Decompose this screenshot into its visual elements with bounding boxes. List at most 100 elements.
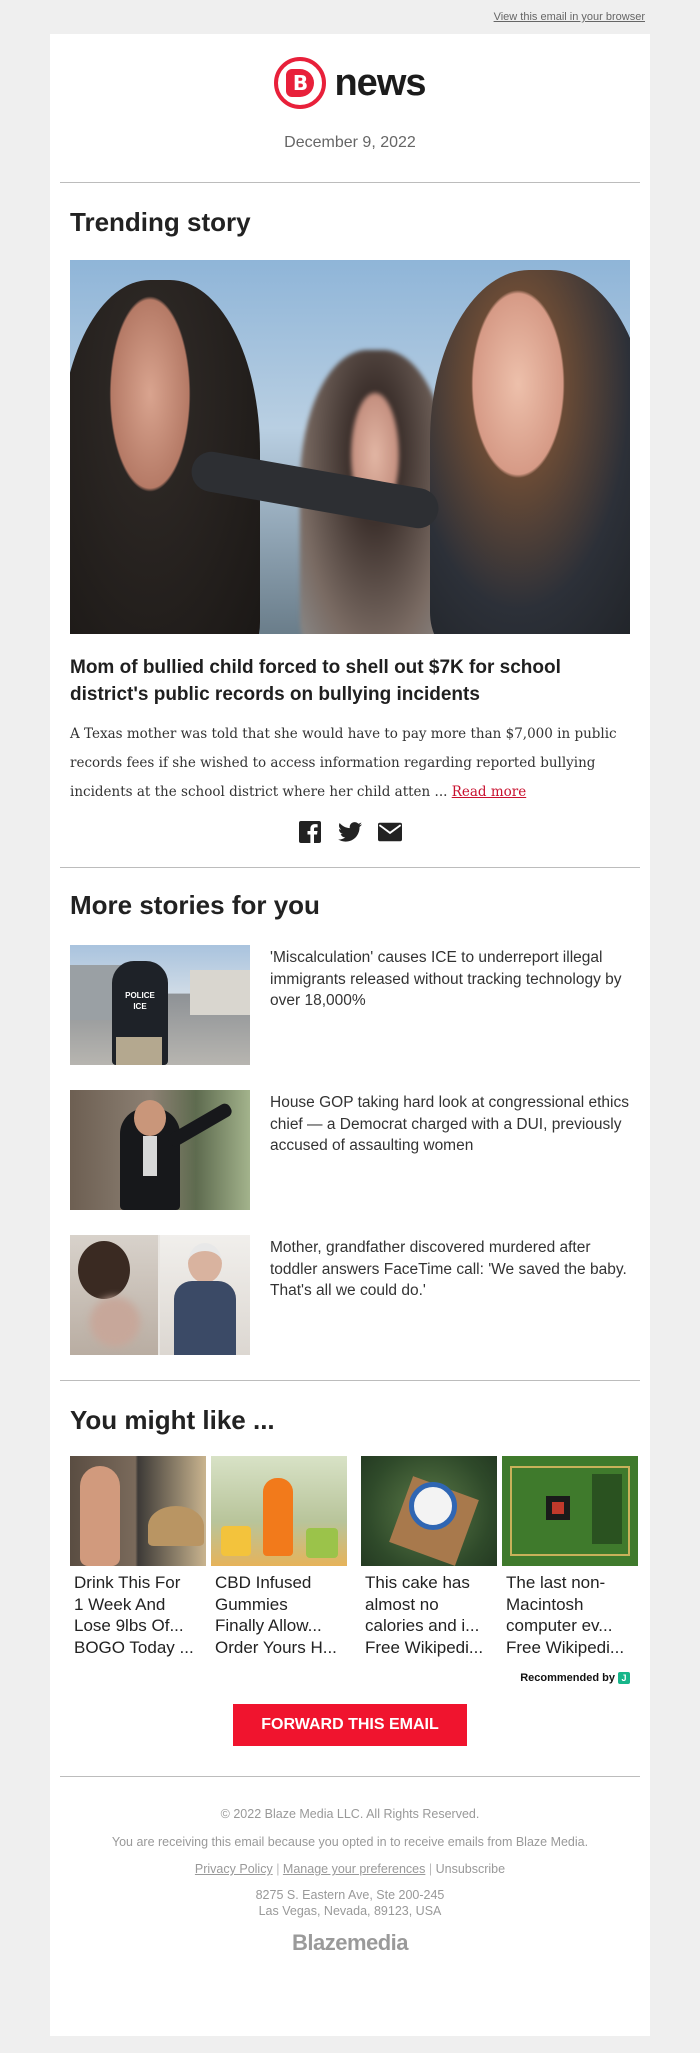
rec-line: Lose 9lbs Of... [74,1616,184,1635]
recommendation-text[interactable]: The last non- Macintosh computer ev... F… [502,1566,638,1658]
story-title[interactable]: 'Miscalculation' causes ICE to underrepo… [270,945,630,1065]
recommendation-image[interactable] [361,1456,497,1566]
rec-line: Drink This For [74,1573,181,1592]
rec-line: Order Yours H... [215,1637,337,1657]
rec-chip-red [552,1502,564,1514]
rec-line: almost no [365,1594,439,1614]
thumb-building-right [190,970,250,1015]
link-separator: | [428,1862,433,1877]
thumb-baby-blur [90,1297,140,1347]
recommended-by-label: Recommended by [520,1672,615,1684]
hero-figure-right [430,270,630,634]
story-title[interactable]: Mother, grandfather discovered murdered … [270,1235,630,1355]
thumb-grandfather-face [188,1243,222,1283]
blaze-media-logo[interactable]: Blazemedia [50,1930,650,1956]
copyright-text: © 2022 Blaze Media LLC. All Rights Reser… [220,1807,480,1822]
trending-excerpt: A Texas mother was told that she would h… [70,726,617,800]
story-item[interactable]: Mother, grandfather discovered murdered … [70,1235,630,1355]
email-icon[interactable] [378,821,402,843]
thumb-police-label: POLICE ICE [125,991,155,1011]
trending-body: A Texas mother was told that she would h… [70,720,630,807]
optin-text: You are receiving this email because you… [111,1835,589,1850]
recommendation-image[interactable] [211,1456,347,1566]
facebook-icon[interactable] [298,821,322,843]
rec-gummy [221,1526,251,1556]
trending-hero-image[interactable] [70,260,630,634]
rec-line: 1 Week And [74,1594,166,1614]
privacy-policy-link[interactable]: Privacy Policy [195,1862,273,1876]
you-might-like-heading: You might like ... [70,1405,275,1435]
twitter-icon[interactable] [338,821,362,843]
rec-line: Free Wikipedi... [506,1637,625,1657]
divider [60,1776,640,1778]
rec-line: Finally Allow... [215,1616,322,1635]
thumb-man-face [134,1100,166,1136]
recommendation-text[interactable]: CBD Infused Gummies Finally Allow... Ord… [211,1566,347,1658]
rec-line: Macintosh [506,1594,584,1614]
rec-gummy [306,1528,338,1558]
blaze-logo-icon: B [274,57,327,109]
story-title[interactable]: House GOP taking hard look at congressio… [270,1090,630,1210]
thumb-grandfather-body [174,1281,236,1355]
read-more-link[interactable]: Read more [452,784,527,800]
unsubscribe-link[interactable]: Unsubscribe [436,1862,505,1876]
rec-figure [80,1466,120,1566]
rec-powder [148,1506,204,1546]
trending-section: Trending story Mom of bullied child forc… [50,207,650,843]
address-line-1: 8275 S. Eastern Ave, Ste 200-245 [255,1888,445,1903]
more-stories-heading: More stories for you [70,890,320,920]
recommendation-item[interactable]: Drink This For 1 Week And Lose 9lbs Of..… [70,1456,206,1658]
thumb-officer-pants [116,1037,162,1065]
forward-email-button[interactable]: FORWARD THIS EMAIL [233,1704,467,1747]
recommendation-text[interactable]: Drink This For 1 Week And Lose 9lbs Of..… [70,1566,206,1658]
logo-wordmark: news [334,61,426,104]
divider [60,867,640,868]
rec-line: Gummies [215,1594,288,1614]
recommended-by[interactable]: Recommended by J [70,1672,630,1685]
thumb-man-shirt [143,1136,157,1176]
recommendation-text[interactable]: This cake has almost no calories and i..… [361,1566,497,1658]
issue-date: December 9, 2022 [284,134,416,151]
rec-plate [409,1482,457,1530]
recommendation-item[interactable]: This cake has almost no calories and i..… [361,1456,497,1658]
rec-line: This cake has [365,1573,470,1592]
trending-heading: Trending story [70,207,251,237]
recommendation-item[interactable]: CBD Infused Gummies Finally Allow... Ord… [211,1456,347,1658]
email-card: B news December 9, 2022 Trending story M… [50,34,650,2036]
recommendation-image[interactable] [502,1456,638,1566]
topbar: View this email in your browser [0,0,700,34]
divider [60,1380,640,1381]
recommendation-item[interactable]: The last non- Macintosh computer ev... F… [502,1456,638,1658]
thumb-woman [78,1241,130,1299]
rec-slot [592,1474,622,1544]
news-logo[interactable]: B news [274,54,427,112]
you-might-like-section: You might like ... Drink This For 1 Week… [50,1405,650,1685]
story-thumbnail[interactable] [70,1235,250,1355]
divider [60,182,640,183]
view-in-browser-link[interactable]: View this email in your browser [494,11,645,23]
address-line-2: Las Vegas, Nevada, 89123, USA [258,1904,442,1919]
rec-line: BOGO Today ... [74,1637,194,1657]
manage-preferences-link[interactable]: Manage your preferences [283,1862,425,1876]
recommendation-image[interactable] [70,1456,206,1566]
recommender-logo-icon: J [618,1672,630,1685]
rec-line: Free Wikipedi... [365,1637,484,1657]
story-thumbnail[interactable]: POLICE ICE [70,945,250,1065]
rec-line: The last non- [506,1573,606,1592]
story-item[interactable]: POLICE ICE 'Miscalculation' causes ICE t… [70,945,630,1065]
rec-line: computer ev... [506,1616,613,1635]
story-thumbnail[interactable] [70,1090,250,1210]
rec-line: calories and i... [365,1616,480,1635]
logo-glyph: B [286,69,315,97]
email-header: B news December 9, 2022 [50,34,650,152]
rec-line: CBD Infused [215,1573,312,1592]
more-stories-section: More stories for you POLICE ICE 'Miscalc… [50,890,650,1355]
footer-links: Privacy Policy | Manage your preferences… [50,1862,650,1876]
story-item[interactable]: House GOP taking hard look at congressio… [70,1090,630,1210]
trending-title[interactable]: Mom of bullied child forced to shell out… [70,654,630,708]
footer: © 2022 Blaze Media LLC. All Rights Reser… [50,1807,650,1956]
recommendation-grid: Drink This For 1 Week And Lose 9lbs Of..… [70,1456,638,1658]
link-separator: | [276,1862,280,1877]
share-bar [70,821,630,843]
rec-carrot [263,1478,293,1556]
